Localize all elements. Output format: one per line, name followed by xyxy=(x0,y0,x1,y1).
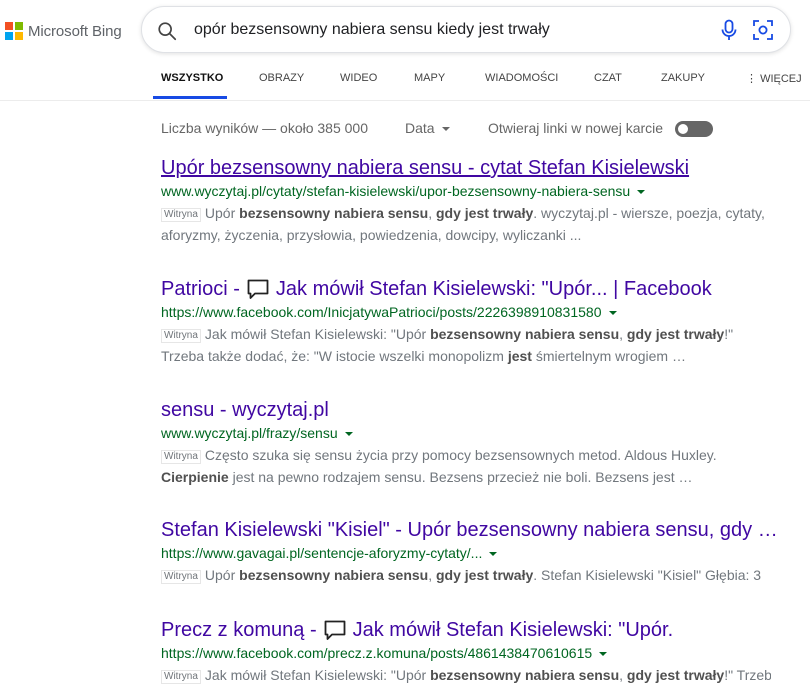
snippet-highlight: bezsensowny nabiera sensu xyxy=(239,567,429,583)
tabs-divider xyxy=(0,100,810,101)
tab-zakupy[interactable]: ZAKUPY xyxy=(661,72,705,84)
snippet-highlight: bezsensowny nabiera sensu xyxy=(239,205,429,221)
microsoft-logo-icon xyxy=(5,22,23,40)
snippet-text: Często szuka się sensu życia przy pomocy… xyxy=(204,447,717,463)
result-title-post: Jak mówił Stefan Kisielewski: "Upór... |… xyxy=(275,278,712,300)
snippet-highlight: bezsensowny nabiera sensu xyxy=(430,326,620,342)
snippet-text: Jak mówił Stefan Kisielewski: "Upór xyxy=(204,326,431,342)
result-title[interactable]: sensu - wyczytaj.pl xyxy=(161,398,771,422)
toggle-knob xyxy=(678,124,688,134)
active-tab-indicator xyxy=(153,96,227,99)
snippet-highlight: jest xyxy=(507,348,532,364)
comment-icon xyxy=(247,279,269,299)
result-snippet: Witryna Upór bezsensowny nabiera sensu, g… xyxy=(161,564,771,586)
snippet-text: śmiertelnym wrogiem … xyxy=(531,348,686,364)
snippet-text: Jak mówił Stefan Kisielewski: "Upór xyxy=(204,667,431,683)
search-result: sensu - wyczytaj.pl www.wyczytaj.pl/fraz… xyxy=(161,398,771,488)
search-box[interactable] xyxy=(141,6,791,53)
tab-wiecej[interactable]: ⋮ WIĘCEJ xyxy=(746,72,802,85)
site-badge: Witryna xyxy=(161,208,201,222)
result-title-text: Upór bezsensowny nabiera sensu - cytat S… xyxy=(161,157,690,179)
result-title-pre: Patrioci - xyxy=(161,278,240,300)
site-badge: Witryna xyxy=(161,670,201,684)
snippet-text: , xyxy=(428,205,436,221)
site-badge: Witryna xyxy=(161,329,201,343)
result-title[interactable]: Precz z komuną - Jak mówił Stefan Kisiel… xyxy=(161,618,771,642)
search-input[interactable] xyxy=(194,19,694,41)
result-title[interactable]: Stefan Kisielewski "Kisiel" - Upór bezse… xyxy=(161,518,778,542)
logo-square-red xyxy=(5,22,13,30)
site-badge: Witryna xyxy=(161,450,201,464)
bing-logo[interactable]: Microsoft Bing xyxy=(5,21,122,41)
result-title-text: sensu - wyczytaj.pl xyxy=(161,399,329,421)
snippet-text: !" Trzeba xyxy=(724,667,771,683)
tab-mapy[interactable]: MAPY xyxy=(414,72,445,84)
result-url-text: https://www.gavagai.pl/sentencje-aforyzm… xyxy=(161,545,483,561)
result-url[interactable]: www.wyczytaj.pl/frazy/sensu xyxy=(161,424,771,442)
snippet-text: . Stefan Kisielewski "Kisiel" Głębia: 3 xyxy=(533,567,762,583)
result-url-text: https://www.facebook.com/InicjatywaPatri… xyxy=(161,304,602,320)
caret-down-icon[interactable] xyxy=(344,432,353,436)
brand-name: Microsoft Bing xyxy=(28,22,122,40)
result-url[interactable]: https://www.facebook.com/InicjatywaPatri… xyxy=(161,303,771,321)
new-tab-toggle[interactable] xyxy=(675,121,713,137)
search-result: Patrioci - Jak mówił Stefan Kisielewski:… xyxy=(161,277,771,367)
result-title-text: Stefan Kisielewski "Kisiel" - Upór bezse… xyxy=(161,519,778,541)
result-url[interactable]: https://www.gavagai.pl/sentencje-aforyzm… xyxy=(161,544,771,562)
caret-down-icon[interactable] xyxy=(637,190,646,194)
result-count: Liczba wyników — około 385 000 xyxy=(161,120,369,136)
date-filter-dropdown[interactable]: Data xyxy=(405,120,450,136)
microphone-icon[interactable] xyxy=(719,19,739,41)
logo-square-green xyxy=(15,22,23,30)
result-snippet: Witryna Często szuka się sensu życia przy… xyxy=(161,444,771,488)
caret-down-icon[interactable] xyxy=(489,552,498,556)
site-badge: Witryna xyxy=(161,570,201,584)
snippet-highlight: gdy jest trwały xyxy=(436,567,534,583)
caret-down-icon[interactable] xyxy=(608,311,617,315)
more-vertical-icon: ⋮ xyxy=(746,73,757,85)
scope-tabs: WSZYSTKO OBRAZY WIDEO MAPY WIADOMOŚCI CZ… xyxy=(0,62,810,100)
snippet-text: Upór xyxy=(204,205,240,221)
result-url-text: www.wyczytaj.pl/frazy/sensu xyxy=(161,425,338,441)
new-tab-label: Otwieraj linki w nowej karcie xyxy=(488,120,664,136)
snippet-text: Upór xyxy=(204,567,240,583)
tab-wideo[interactable]: WIDEO xyxy=(340,72,377,84)
tab-obrazy[interactable]: OBRAZY xyxy=(259,72,304,84)
result-snippet: Witryna Upór bezsensowny nabiera sensu, g… xyxy=(161,202,771,246)
result-url-text: www.wyczytaj.pl/cytaty/stefan-kisielewsk… xyxy=(161,183,631,199)
search-icon[interactable] xyxy=(156,20,178,42)
tab-wszystko[interactable]: WSZYSTKO xyxy=(161,72,223,84)
result-url[interactable]: https://www.facebook.com/precz.z.komuna/… xyxy=(161,644,771,662)
tab-wiadomosci[interactable]: WIADOMOŚCI xyxy=(485,72,558,84)
date-filter-label: Data xyxy=(405,120,435,136)
search-result: Upór bezsensowny nabiera sensu - cytat S… xyxy=(161,156,771,246)
visual-search-icon[interactable] xyxy=(752,19,774,41)
result-url[interactable]: www.wyczytaj.pl/cytaty/stefan-kisielewsk… xyxy=(161,182,771,200)
caret-down-icon xyxy=(441,127,450,131)
snippet-text: , xyxy=(619,326,627,342)
tab-wiecej-label: WIĘCEJ xyxy=(760,73,802,85)
result-title-post: Jak mówił Stefan Kisielewski: "Upór. xyxy=(352,619,674,641)
snippet-text: , xyxy=(428,567,436,583)
snippet-highlight: Cierpienie xyxy=(161,469,229,485)
logo-square-blue xyxy=(5,32,13,40)
tab-czat[interactable]: CZAT xyxy=(594,72,622,84)
snippet-text: , xyxy=(619,667,627,683)
result-title[interactable]: Upór bezsensowny nabiera sensu - cytat S… xyxy=(161,156,771,180)
caret-down-icon[interactable] xyxy=(599,652,608,656)
result-title[interactable]: Patrioci - Jak mówił Stefan Kisielewski:… xyxy=(161,277,771,301)
logo-square-yellow xyxy=(15,32,23,40)
snippet-text: jest na pewno rodzajem sensu. Bezsens pr… xyxy=(228,469,693,485)
search-result: Stefan Kisielewski "Kisiel" - Upór bezse… xyxy=(161,518,778,586)
comment-icon xyxy=(324,620,346,640)
snippet-highlight: gdy jest trwały xyxy=(626,326,725,342)
snippet-highlight: gdy jest trwały xyxy=(626,667,725,683)
result-snippet: Witryna Jak mówił Stefan Kisielewski: "Up… xyxy=(161,664,771,686)
snippet-highlight: bezsensowny nabiera sensu xyxy=(430,667,620,683)
result-snippet: Witryna Jak mówił Stefan Kisielewski: "Up… xyxy=(161,323,771,367)
result-url-text: https://www.facebook.com/precz.z.komuna/… xyxy=(161,645,593,661)
snippet-highlight: gdy jest trwały xyxy=(436,205,534,221)
result-title-pre: Precz z komuną - xyxy=(161,619,317,641)
